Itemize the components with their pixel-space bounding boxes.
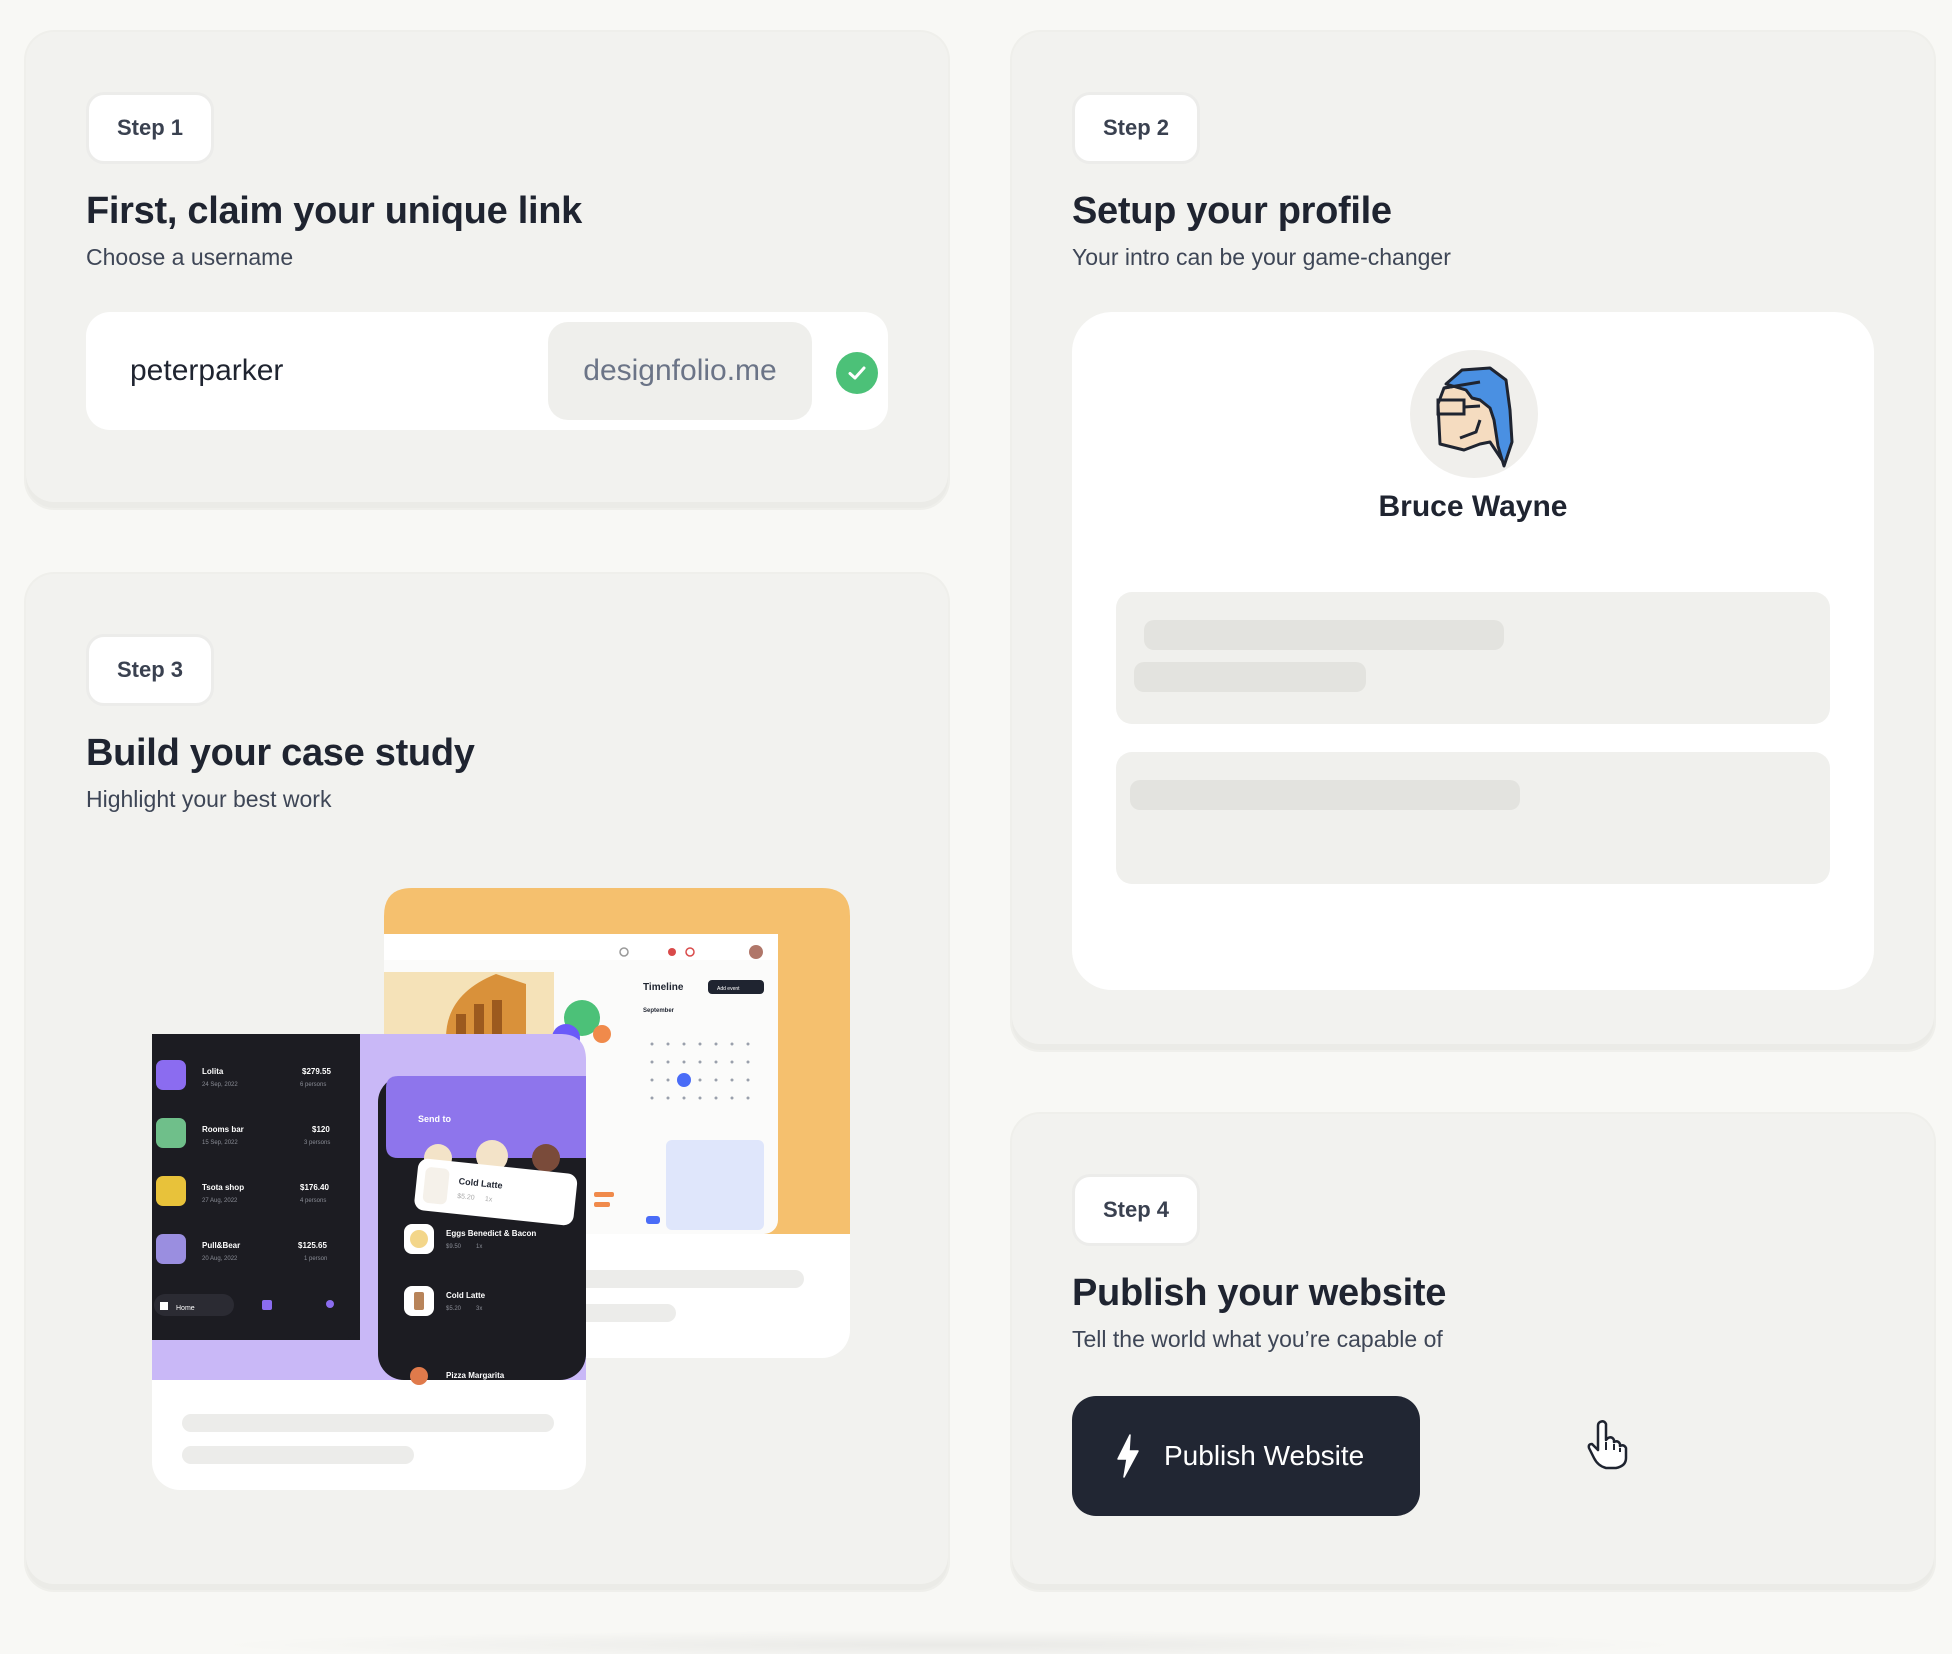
svg-text:1x: 1x [476, 1244, 482, 1250]
details-skeleton-block [1116, 752, 1830, 884]
username-input[interactable]: peterparker [130, 312, 283, 430]
hand-pointer-icon [1586, 1418, 1632, 1475]
svg-text:$279.55: $279.55 [302, 1067, 331, 1076]
step2-card: Step 2 Setup your profile Your intro can… [1012, 32, 1934, 1050]
step4-title: Publish your website [1072, 1272, 1447, 1314]
step3-card: Step 3 Build your case study Highlight y… [26, 574, 948, 1590]
svg-text:$9.50: $9.50 [446, 1244, 462, 1250]
svg-text:$176.40: $176.40 [300, 1183, 329, 1192]
step4-subtitle: Tell the world what you’re capable of [1072, 1326, 1443, 1352]
check-circle-icon [836, 352, 878, 394]
svg-text:3x: 3x [476, 1306, 482, 1312]
timeline-title: Timeline [643, 982, 684, 993]
step1-title: First, claim your unique link [86, 190, 582, 232]
calendar-month: September [643, 1008, 675, 1014]
domain-suffix: designfolio.me [548, 322, 812, 420]
skeleton-line [1134, 662, 1366, 692]
svg-text:Tsota shop: Tsota shop [202, 1183, 244, 1192]
step2-badge: Step 2 [1072, 92, 1201, 164]
case-study-illustration: Timeline Add event September Lolita 24 S… [152, 888, 850, 1490]
step4-card: Step 4 Publish your website Tell the wor… [1012, 1114, 1934, 1590]
lightning-bolt-icon [1114, 1433, 1142, 1479]
profile-name: Bruce Wayne [1378, 490, 1568, 523]
step2-subtitle: Your intro can be your game-changer [1072, 244, 1451, 270]
profile-preview: Bruce Wayne [1072, 312, 1874, 990]
username-link-field: peterparker designfolio.me [86, 312, 888, 430]
add-event-label: Add event [717, 986, 740, 992]
svg-text:1x: 1x [485, 1196, 494, 1204]
svg-text:1 person: 1 person [304, 1256, 327, 1262]
svg-text:Pizza Margarita: Pizza Margarita [446, 1371, 505, 1380]
nav-home-label: Home [176, 1305, 195, 1312]
svg-text:24 Sep, 2022: 24 Sep, 2022 [202, 1082, 238, 1088]
svg-text:6 persons: 6 persons [300, 1082, 326, 1088]
step1-card: Step 1 First, claim your unique link Cho… [26, 32, 948, 508]
skeleton-line [1144, 620, 1504, 650]
svg-text:3 persons: 3 persons [304, 1140, 330, 1146]
svg-text:Rooms bar: Rooms bar [202, 1125, 244, 1134]
svg-text:27 Aug, 2022: 27 Aug, 2022 [202, 1198, 238, 1204]
step4-badge: Step 4 [1072, 1174, 1201, 1246]
mobile-mockup-card: Lolita 24 Sep, 2022 $279.55 6 persons Ro… [152, 1034, 586, 1490]
svg-text:4 persons: 4 persons [300, 1198, 326, 1204]
svg-text:Eggs Benedict & Bacon: Eggs Benedict & Bacon [446, 1229, 536, 1238]
svg-text:$120: $120 [312, 1125, 330, 1134]
publish-website-button[interactable]: Publish Website [1072, 1396, 1420, 1516]
skeleton-line [1130, 780, 1520, 810]
page-bottom-shadow [200, 1630, 1700, 1654]
step1-subtitle: Choose a username [86, 244, 294, 270]
avatar[interactable] [1410, 350, 1538, 478]
svg-text:Pull&Bear: Pull&Bear [202, 1241, 240, 1250]
bio-skeleton-block [1116, 592, 1830, 724]
svg-text:Cold Latte: Cold Latte [446, 1291, 486, 1300]
svg-text:15 Sep, 2022: 15 Sep, 2022 [202, 1140, 238, 1146]
svg-text:20 Aug, 2022: 20 Aug, 2022 [202, 1256, 238, 1262]
svg-text:$5.20: $5.20 [446, 1306, 462, 1312]
send-to-label: Send to [418, 1114, 452, 1124]
publish-button-label: Publish Website [1164, 1440, 1365, 1471]
svg-text:Lolita: Lolita [202, 1067, 224, 1076]
step1-badge: Step 1 [86, 92, 215, 164]
step2-title: Setup your profile [1072, 190, 1392, 232]
svg-text:$125.65: $125.65 [298, 1241, 327, 1250]
